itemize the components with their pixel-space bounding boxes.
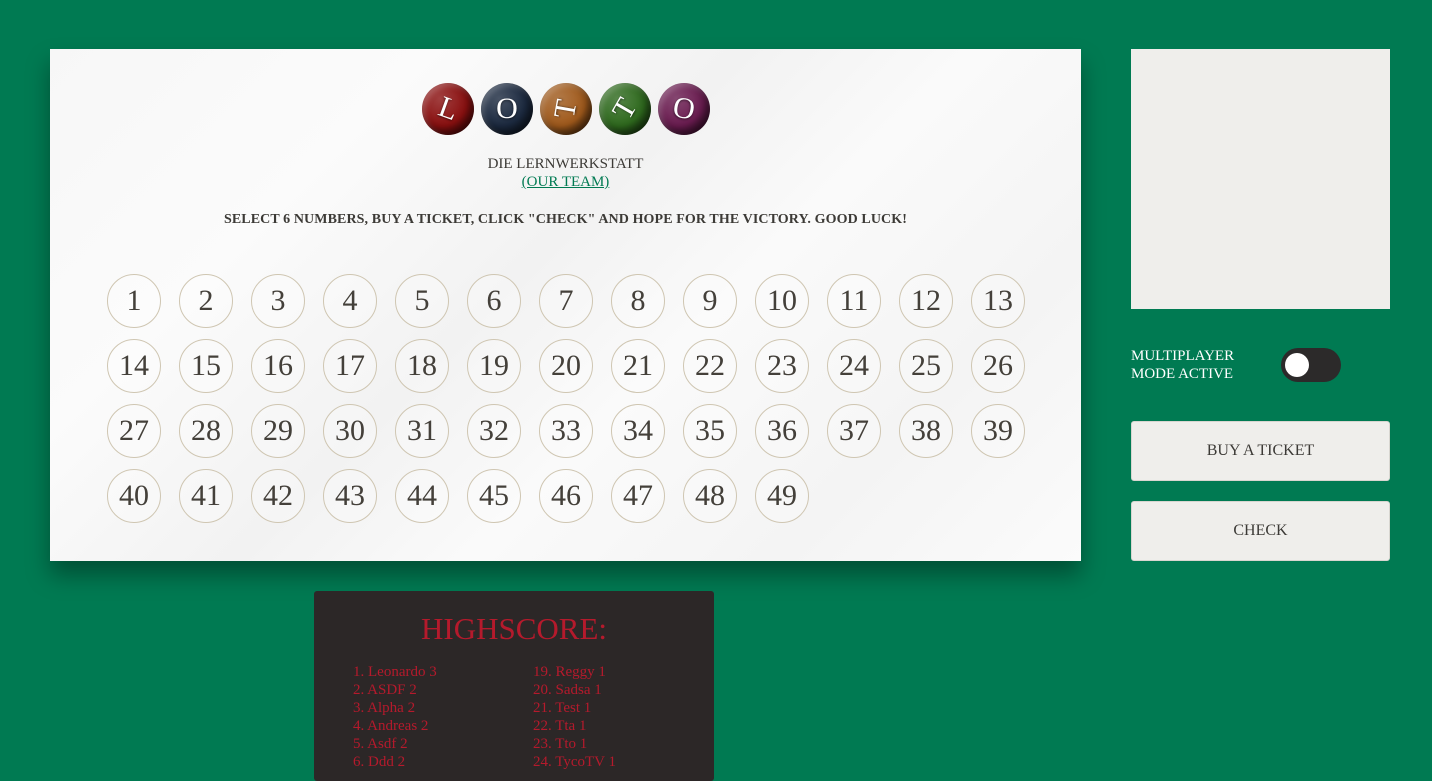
number-ball[interactable]: 45 xyxy=(467,469,521,523)
number-ball[interactable]: 38 xyxy=(899,404,953,458)
highscore-entry: 23. Tto 1 xyxy=(533,736,588,752)
number-ball[interactable]: 28 xyxy=(179,404,233,458)
logo-ball: T xyxy=(599,83,651,135)
highscore-title: HIGHSCORE: xyxy=(420,611,607,646)
number-ball[interactable]: 25 xyxy=(899,339,953,393)
number-ball[interactable]: 16 xyxy=(251,339,305,393)
lotto-logo: LOTTO xyxy=(422,83,710,135)
number-ball[interactable]: 35 xyxy=(683,404,737,458)
number-ball[interactable]: 41 xyxy=(179,469,233,523)
highscore-entry: 24. TycoTV 1 xyxy=(533,754,616,770)
multiplayer-label: MULTIPLAYER MODE ACTIVE xyxy=(1131,348,1235,382)
highscore-panel: HIGHSCORE: 1. Leonardo 3 2. ASDF 2 3. Alph… xyxy=(314,591,714,781)
number-ball[interactable]: 3 xyxy=(251,274,305,328)
highscore-entry: 4. Andreas 2 xyxy=(353,718,429,734)
ticket-preview-panel xyxy=(1131,49,1390,309)
number-ball[interactable]: 44 xyxy=(395,469,449,523)
number-ball[interactable]: 5 xyxy=(395,274,449,328)
number-ball[interactable]: 11 xyxy=(827,274,881,328)
number-ball[interactable]: 31 xyxy=(395,404,449,458)
lotto-ticket: LOTTO DIE LERNWERKSTATT (OUR TEAM) SELEC… xyxy=(50,49,1081,561)
highscore-entry: 6. Ddd 2 xyxy=(353,754,406,770)
our-team-link-wrapper: (OUR TEAM) xyxy=(50,173,1081,191)
number-ball[interactable]: 47 xyxy=(611,469,665,523)
logo-letter: T xyxy=(605,92,644,125)
number-ball[interactable]: 6 xyxy=(467,274,521,328)
number-ball[interactable]: 42 xyxy=(251,469,305,523)
number-ball[interactable]: 10 xyxy=(755,274,809,328)
highscore-list-right: 19. Reggy 1 20. Sadsa 1 21. Test 1 22. Tta … xyxy=(533,663,616,771)
number-ball[interactable]: 46 xyxy=(539,469,593,523)
number-ball[interactable]: 14 xyxy=(107,339,161,393)
number-ball[interactable]: 30 xyxy=(323,404,377,458)
number-ball[interactable]: 34 xyxy=(611,404,665,458)
highscore-entry: 19. Reggy 1 xyxy=(533,664,606,680)
logo-ball: L xyxy=(422,83,474,135)
number-ball[interactable]: 18 xyxy=(395,339,449,393)
logo-letter: O xyxy=(670,90,698,127)
logo-ball: T xyxy=(540,83,592,135)
logo-letter: O xyxy=(496,92,518,125)
number-ball[interactable]: 43 xyxy=(323,469,377,523)
highscore-entry: 3. Alpha 2 xyxy=(353,700,416,716)
number-ball[interactable]: 37 xyxy=(827,404,881,458)
instructions: SELECT 6 NUMBERS, BUY A TICKET, CLICK "C… xyxy=(223,212,908,227)
number-ball[interactable]: 39 xyxy=(971,404,1025,458)
number-ball[interactable]: 33 xyxy=(539,404,593,458)
number-ball[interactable]: 19 xyxy=(467,339,521,393)
our-team-link[interactable]: (OUR TEAM) xyxy=(522,174,610,190)
highscore-entry: 21. Test 1 xyxy=(533,700,592,716)
number-ball[interactable]: 32 xyxy=(467,404,521,458)
buy-ticket-button[interactable]: BUY A TICKET xyxy=(1131,421,1390,481)
number-ball[interactable]: 26 xyxy=(971,339,1025,393)
number-grid: 1 2 3 4 5 6 7 8 9 10 11 12 13 14 15 16 17 18 19 20 21 22 23 24 2… xyxy=(107,274,1047,523)
number-ball[interactable]: 48 xyxy=(683,469,737,523)
logo-letter: L xyxy=(433,89,463,128)
number-ball[interactable]: 27 xyxy=(107,404,161,458)
highscore-entry: 5. Asdf 2 xyxy=(353,736,408,752)
number-ball[interactable]: 24 xyxy=(827,339,881,393)
highscore-entry: 22. Tta 1 xyxy=(533,718,587,734)
number-ball[interactable]: 2 xyxy=(179,274,233,328)
logo-ball: O xyxy=(658,83,710,135)
number-ball[interactable]: 12 xyxy=(899,274,953,328)
logo-letter: T xyxy=(547,97,584,121)
number-ball[interactable]: 8 xyxy=(611,274,665,328)
number-ball[interactable]: 4 xyxy=(323,274,377,328)
number-ball[interactable]: 22 xyxy=(683,339,737,393)
number-ball[interactable]: 15 xyxy=(179,339,233,393)
number-ball[interactable]: 29 xyxy=(251,404,305,458)
number-ball[interactable]: 1 xyxy=(107,274,161,328)
number-ball[interactable]: 20 xyxy=(539,339,593,393)
toggle-knob xyxy=(1285,353,1309,377)
number-ball[interactable]: 36 xyxy=(755,404,809,458)
number-ball[interactable]: 7 xyxy=(539,274,593,328)
highscore-entry: 20. Sadsa 1 xyxy=(533,682,602,698)
number-ball[interactable]: 13 xyxy=(971,274,1025,328)
number-ball[interactable]: 40 xyxy=(107,469,161,523)
multiplayer-toggle[interactable] xyxy=(1281,348,1341,382)
highscore-entry: 1. Leonardo 3 xyxy=(353,664,437,680)
subtitle: DIE LERNWERKSTATT xyxy=(487,156,644,172)
highscore-entry: 2. ASDF 2 xyxy=(353,682,417,698)
number-ball[interactable]: 21 xyxy=(611,339,665,393)
number-ball[interactable]: 17 xyxy=(323,339,377,393)
number-ball[interactable]: 49 xyxy=(755,469,809,523)
check-button[interactable]: CHECK xyxy=(1131,501,1390,561)
number-ball[interactable]: 9 xyxy=(683,274,737,328)
number-ball[interactable]: 23 xyxy=(755,339,809,393)
logo-ball: O xyxy=(481,83,533,135)
highscore-list-left: 1. Leonardo 3 2. ASDF 2 3. Alpha 2 4. Andre… xyxy=(353,663,437,771)
